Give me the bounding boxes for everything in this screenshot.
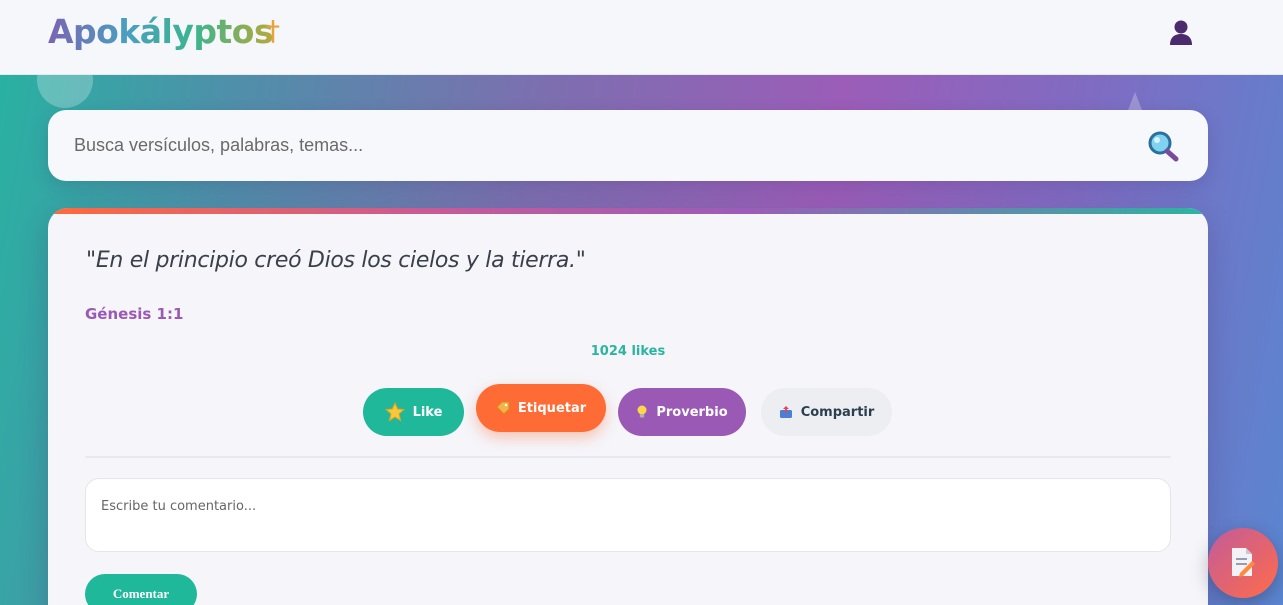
tag-button-label: Etiquetar xyxy=(517,400,587,416)
user-icon[interactable] xyxy=(1167,18,1195,46)
tag-button[interactable]: Etiquetar xyxy=(476,384,606,432)
divider xyxy=(85,456,1171,458)
app-logo[interactable]: Apokályptos xyxy=(48,12,274,51)
like-button[interactable]: Like xyxy=(363,388,464,436)
cross-symbol: † xyxy=(266,14,280,47)
comment-box xyxy=(85,478,1171,552)
verse-text: "En el principio creó Dios los cielos y … xyxy=(86,248,586,273)
search-input[interactable] xyxy=(74,130,1114,160)
lightbulb-icon xyxy=(637,405,647,418)
edit-document-icon xyxy=(1232,548,1255,577)
verse-reference[interactable]: Génesis 1:1 xyxy=(85,305,183,323)
proverb-button-label: Proverbio xyxy=(656,404,728,420)
card-accent-stripe xyxy=(48,208,1208,214)
comment-input[interactable] xyxy=(101,495,1151,517)
like-button-label: Like xyxy=(412,404,443,420)
background-decoration-circle xyxy=(37,70,93,108)
share-button[interactable]: Compartir xyxy=(761,388,892,436)
verse-card: "En el principio creó Dios los cielos y … xyxy=(48,208,1208,605)
proverb-button[interactable]: Proverbio xyxy=(618,388,746,436)
likes-count: 1024 likes xyxy=(590,344,666,359)
tag-icon xyxy=(496,401,510,415)
top-header: Apokályptos † xyxy=(0,0,1283,75)
star-icon xyxy=(384,402,405,422)
share-button-label: Compartir xyxy=(800,404,875,420)
floating-action-button[interactable] xyxy=(1208,528,1278,598)
comment-button[interactable]: Comentar xyxy=(85,574,197,605)
search-bar xyxy=(48,110,1208,181)
search-icon[interactable] xyxy=(1146,130,1180,162)
share-icon xyxy=(779,406,792,418)
